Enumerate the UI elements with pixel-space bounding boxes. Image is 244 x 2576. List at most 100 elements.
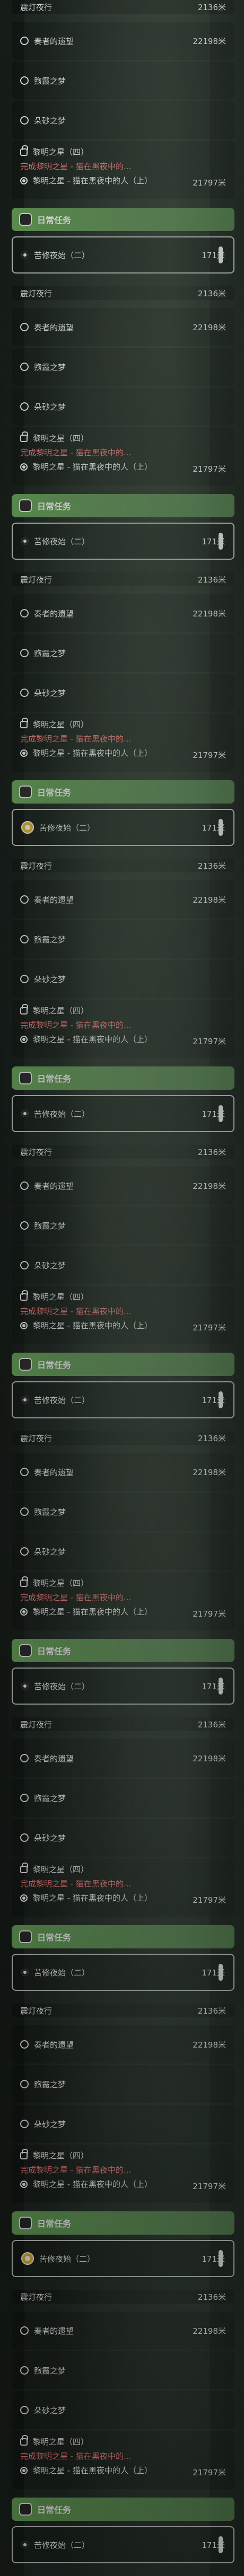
task-row[interactable]: 黎明之星（四） 完成黎明之星 - 猫在黑夜中的... 黎明之星 - 猫在黑夜中的人（… bbox=[12, 1572, 234, 1630]
task-row[interactable]: 朵砂之梦 bbox=[12, 2391, 234, 2429]
quest-details: 黎明之星（四） 完成黎明之星 - 猫在黑夜中的... 黎明之星 - 猫在黑夜中的人（… bbox=[20, 2434, 152, 2476]
badge-icon bbox=[19, 1358, 32, 1371]
task-row[interactable]: 奏者的遗望 22198米 bbox=[12, 22, 234, 60]
lock-icon bbox=[20, 1003, 28, 1014]
scroll-handle[interactable] bbox=[219, 533, 223, 550]
task-row[interactable]: 奏者的遗望 22198米 bbox=[12, 1739, 234, 1777]
task-row[interactable]: 煦霞之梦 bbox=[12, 1206, 234, 1245]
task-row[interactable]: 朵砂之梦 bbox=[12, 1246, 234, 1284]
task-row[interactable]: 震灯夜行 2136米 bbox=[12, 2004, 234, 2017]
task-row[interactable]: 苦修夜始（二） 171米 bbox=[12, 1381, 234, 1418]
task-row[interactable]: 苦修夜始（二） 171米 bbox=[12, 2526, 234, 2563]
scroll-handle[interactable] bbox=[219, 2250, 223, 2267]
scroll-handle[interactable] bbox=[219, 1964, 223, 1981]
scroll-handle[interactable] bbox=[219, 1391, 223, 1408]
quest-distance: 21797米 bbox=[193, 2468, 226, 2477]
task-row[interactable]: 震灯夜行 2136米 bbox=[12, 0, 234, 14]
task-distance: 2136米 bbox=[197, 1719, 226, 1730]
task-row[interactable]: 煦霞之梦 bbox=[12, 634, 234, 672]
quest-details: 黎明之星（四） 完成黎明之星 - 猫在黑夜中的... 黎明之星 - 猫在黑夜中的人（… bbox=[20, 145, 152, 186]
task-row[interactable]: 苦修夜始（二） 171米 bbox=[12, 1095, 234, 1132]
circle-icon bbox=[20, 323, 29, 331]
circle-icon bbox=[20, 1221, 29, 1230]
task-list-panel: 震灯夜行 2136米奏者的遗望 22198米 煦霞之梦 朵砂之梦黎明之星（四） 完成黎明之… bbox=[0, 0, 244, 286]
task-row[interactable]: 震灯夜行 2136米 bbox=[12, 1431, 234, 1445]
task-row[interactable]: 奏者的遗望 22198米 bbox=[12, 880, 234, 919]
task-row[interactable]: 苦修夜始（二） 171米 bbox=[12, 809, 234, 846]
task-row[interactable]: 朵砂之梦 bbox=[12, 960, 234, 998]
task-category-row[interactable]: 日常任务 bbox=[12, 2211, 234, 2235]
task-title: 煦霞之梦 bbox=[34, 2366, 66, 2376]
scroll-handle[interactable] bbox=[219, 1105, 223, 1122]
circle-icon bbox=[20, 1468, 29, 1476]
task-row[interactable]: 苦修夜始（二） 171米 bbox=[12, 523, 234, 560]
task-row[interactable]: 苦修夜始（二） 171米 bbox=[12, 236, 234, 274]
task-row[interactable]: 煦霞之梦 bbox=[12, 348, 234, 386]
task-title: 朵砂之梦 bbox=[34, 2119, 66, 2129]
task-row[interactable]: 朵砂之梦 bbox=[12, 674, 234, 712]
quest-objective: 完成黎明之星 - 猫在黑夜中的... bbox=[20, 1020, 132, 1030]
daily-task-title: 苦修夜始（二） bbox=[39, 2254, 95, 2264]
quest-details: 黎明之星（四） 完成黎明之星 - 猫在黑夜中的... 黎明之星 - 猫在黑夜中的人（… bbox=[20, 717, 152, 758]
task-row[interactable]: 黎明之星（四） 完成黎明之星 - 猫在黑夜中的... 黎明之星 - 猫在黑夜中的人（… bbox=[12, 141, 234, 199]
task-title: 震灯夜行 bbox=[20, 1719, 53, 1730]
task-row[interactable]: 震灯夜行 2136米 bbox=[12, 572, 234, 586]
task-row[interactable]: 煦霞之梦 bbox=[12, 1493, 234, 1531]
task-row[interactable]: 黎明之星（四） 完成黎明之星 - 猫在黑夜中的... 黎明之星 - 猫在黑夜中的人（… bbox=[12, 713, 234, 772]
scroll-handle[interactable] bbox=[219, 246, 223, 263]
task-category-row[interactable]: 日常任务 bbox=[12, 780, 234, 804]
scroll-handle[interactable] bbox=[219, 1678, 223, 1695]
scroll-handle[interactable] bbox=[219, 819, 223, 836]
task-row[interactable]: 煦霞之梦 bbox=[12, 920, 234, 958]
task-row[interactable]: 煦霞之梦 bbox=[12, 61, 234, 100]
quest-subtitle: 黎明之星 - 猫在黑夜中的人（上） bbox=[33, 748, 152, 758]
task-category-row[interactable]: 日常任务 bbox=[12, 1066, 234, 1090]
task-category-row[interactable]: 日常任务 bbox=[12, 208, 234, 231]
task-row[interactable]: 奏者的遗望 22198米 bbox=[12, 2312, 234, 2350]
task-title: 奏者的遗望 bbox=[34, 2040, 74, 2050]
task-row[interactable]: 朵砂之梦 bbox=[12, 101, 234, 139]
task-row[interactable]: 煦霞之梦 bbox=[12, 2065, 234, 2103]
badge-icon bbox=[19, 1930, 32, 1943]
daily-task-title: 苦修夜始（二） bbox=[34, 1681, 90, 1691]
task-row[interactable]: 煦霞之梦 bbox=[12, 2351, 234, 2389]
task-row[interactable]: 奏者的遗望 22198米 bbox=[12, 1453, 234, 1491]
task-row[interactable]: 黎明之星（四） 完成黎明之星 - 猫在黑夜中的... 黎明之星 - 猫在黑夜中的人（… bbox=[12, 2145, 234, 2203]
task-distance: 2136米 bbox=[197, 288, 226, 298]
task-row[interactable]: 煦霞之梦 bbox=[12, 1779, 234, 1817]
scroll-handle[interactable] bbox=[219, 2536, 223, 2553]
task-category-row[interactable]: 日常任务 bbox=[12, 1925, 234, 1948]
task-distance: 22198米 bbox=[193, 2040, 226, 2050]
task-category-row[interactable]: 日常任务 bbox=[12, 2498, 234, 2521]
task-category-row[interactable]: 日常任务 bbox=[12, 494, 234, 517]
task-title: 朵砂之梦 bbox=[34, 688, 66, 698]
task-row[interactable]: 奏者的遗望 22198米 bbox=[12, 1167, 234, 1205]
task-row[interactable]: 苦修夜始（二） 171米 bbox=[12, 1668, 234, 1705]
quest-subtask: 黎明之星 - 猫在黑夜中的人（上） bbox=[20, 2178, 152, 2190]
task-row[interactable]: 黎明之星（四） 完成黎明之星 - 猫在黑夜中的... 黎明之星 - 猫在黑夜中的人（… bbox=[12, 1858, 234, 1917]
task-row[interactable]: 朵砂之梦 bbox=[12, 2105, 234, 2143]
task-row[interactable]: 震灯夜行 2136米 bbox=[12, 2290, 234, 2304]
task-row[interactable]: 震灯夜行 2136米 bbox=[12, 859, 234, 872]
task-row[interactable]: 苦修夜始（二） 171米 bbox=[12, 2240, 234, 2277]
task-row[interactable]: 震灯夜行 2136米 bbox=[12, 1145, 234, 1159]
task-row[interactable]: 震灯夜行 2136米 bbox=[12, 286, 234, 300]
task-row[interactable]: 黎明之星（四） 完成黎明之星 - 猫在黑夜中的... 黎明之星 - 猫在黑夜中的人（… bbox=[12, 1000, 234, 1058]
task-category-row[interactable]: 日常任务 bbox=[12, 1353, 234, 1376]
badge-icon bbox=[19, 213, 32, 226]
task-row[interactable]: 黎明之星（四） 完成黎明之星 - 猫在黑夜中的... 黎明之星 - 猫在黑夜中的人（… bbox=[12, 2431, 234, 2489]
task-row[interactable]: 朵砂之梦 bbox=[12, 1819, 234, 1857]
task-row[interactable]: 奏者的遗望 22198米 bbox=[12, 308, 234, 346]
task-category-row[interactable]: 日常任务 bbox=[12, 1639, 234, 1662]
task-row[interactable]: 朵砂之梦 bbox=[12, 1532, 234, 1571]
task-row[interactable]: 奏者的遗望 22198米 bbox=[12, 2025, 234, 2063]
task-row[interactable]: 黎明之星（四） 完成黎明之星 - 猫在黑夜中的... 黎明之星 - 猫在黑夜中的人（… bbox=[12, 427, 234, 486]
task-row[interactable]: 朵砂之梦 bbox=[12, 387, 234, 426]
task-row[interactable]: 震灯夜行 2136米 bbox=[12, 1717, 234, 1731]
quest-subtitle: 黎明之星 - 猫在黑夜中的人（上） bbox=[33, 1321, 152, 1330]
selected-task-icon bbox=[21, 821, 34, 834]
circle-icon bbox=[20, 37, 29, 45]
task-row[interactable]: 苦修夜始（二） 171米 bbox=[12, 1954, 234, 1991]
task-row[interactable]: 黎明之星（四） 完成黎明之星 - 猫在黑夜中的... 黎明之星 - 猫在黑夜中的人（… bbox=[12, 1286, 234, 1344]
task-row[interactable]: 奏者的遗望 22198米 bbox=[12, 594, 234, 632]
